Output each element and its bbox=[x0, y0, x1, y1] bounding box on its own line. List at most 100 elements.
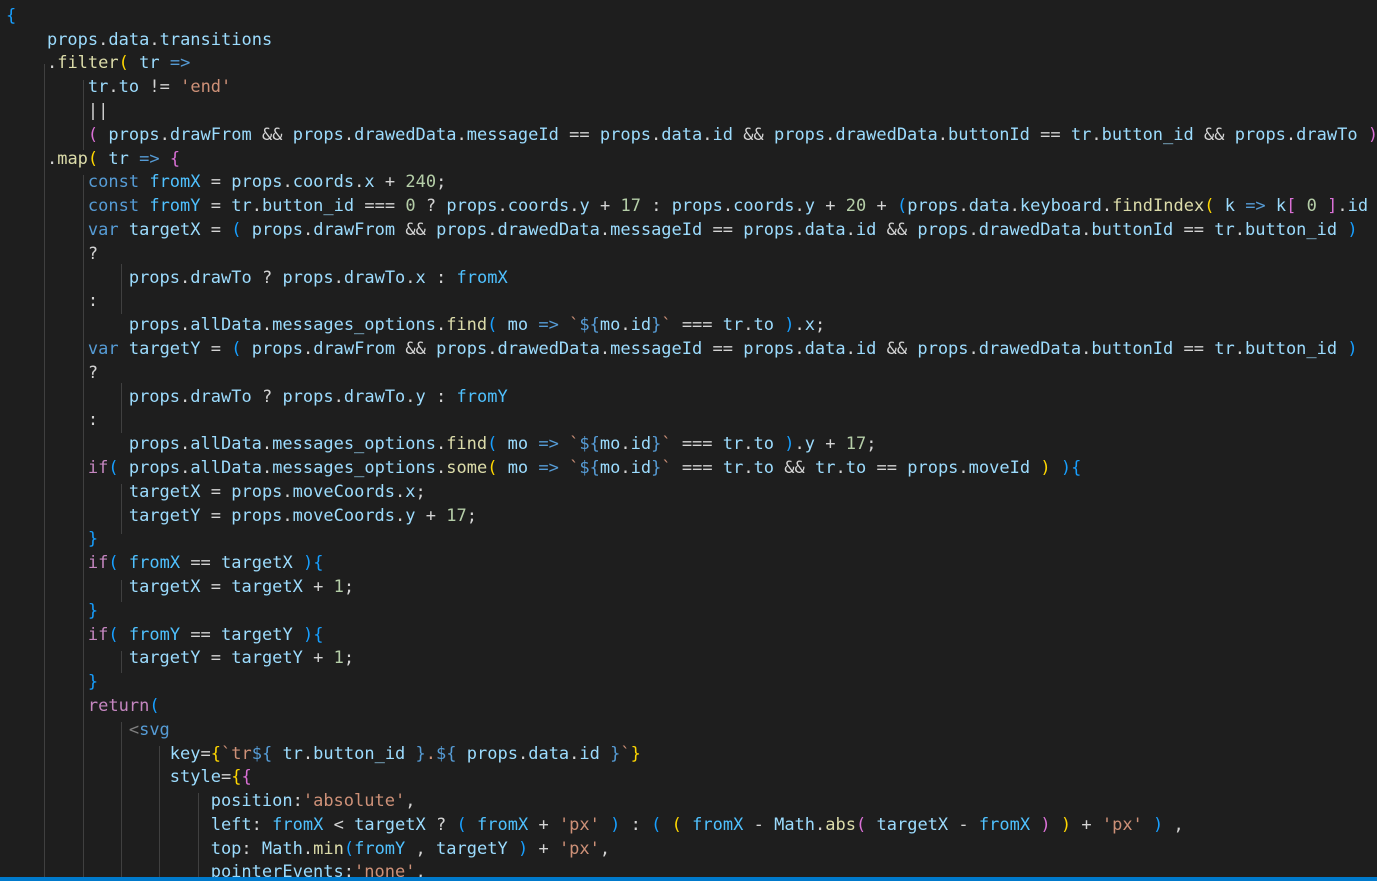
code-line[interactable]: top: Math.min(fromY , targetY ) + 'px', bbox=[6, 838, 1377, 862]
code-line[interactable]: left: fromX < targetX ? ( fromX + 'px' )… bbox=[6, 814, 1377, 838]
code-line[interactable]: props.drawTo ? props.drawTo.y : fromY bbox=[6, 386, 1377, 410]
code-line[interactable]: var targetY = ( props.drawFrom && props.… bbox=[6, 338, 1377, 362]
code-line[interactable]: } bbox=[6, 600, 1377, 624]
code-token: => bbox=[169, 53, 191, 74]
code-line[interactable]: targetY = targetY + 1; bbox=[6, 647, 1377, 671]
code-token: x bbox=[804, 315, 815, 336]
code-line[interactable]: targetX = targetX + 1; bbox=[6, 576, 1377, 600]
code-line[interactable]: style={{ bbox=[6, 766, 1377, 790]
code-line[interactable]: .map( tr => { bbox=[6, 148, 1377, 172]
code-token: ) bbox=[1040, 457, 1051, 478]
code-token: to bbox=[753, 434, 774, 455]
code-line[interactable]: .filter( tr => bbox=[6, 52, 1377, 76]
code-line[interactable]: } bbox=[6, 671, 1377, 695]
code-token: transitions bbox=[159, 29, 273, 50]
code-token: + bbox=[425, 505, 437, 526]
code-token: . bbox=[651, 124, 662, 145]
code-line[interactable]: if( fromX == targetX ){ bbox=[6, 552, 1377, 576]
code-token: targetX bbox=[128, 219, 201, 240]
code-token: min bbox=[313, 838, 344, 859]
code-token: ; bbox=[343, 648, 355, 669]
code-token: svg bbox=[139, 719, 170, 740]
code-token: . bbox=[98, 29, 109, 50]
code-token: fromX bbox=[978, 814, 1031, 835]
code-token: Math bbox=[774, 814, 816, 835]
code-line[interactable]: || bbox=[6, 100, 1377, 124]
code-line[interactable]: return( bbox=[6, 695, 1377, 719]
code-line[interactable]: ? bbox=[6, 243, 1377, 267]
code-token: { bbox=[231, 767, 242, 788]
code-line[interactable]: if( fromY == targetY ){ bbox=[6, 624, 1377, 648]
code-token: { bbox=[1071, 457, 1082, 478]
code-line[interactable]: targetX = props.moveCoords.x; bbox=[6, 481, 1377, 505]
code-line[interactable]: { bbox=[6, 5, 1377, 29]
code-token: x bbox=[364, 172, 375, 193]
code-token: . bbox=[108, 77, 119, 98]
code-token: . bbox=[743, 457, 754, 478]
code-token: . bbox=[180, 434, 191, 455]
code-line[interactable]: var targetX = ( props.drawFrom && props.… bbox=[6, 219, 1377, 243]
code-line[interactable]: props.allData.messages_options.find( mo … bbox=[6, 314, 1377, 338]
code-token: allData bbox=[190, 315, 262, 336]
code-line[interactable]: props.data.transitions bbox=[6, 29, 1377, 53]
code-line[interactable]: const fromY = tr.button_id === 0 ? props… bbox=[6, 195, 1377, 219]
code-line[interactable]: <svg bbox=[6, 719, 1377, 743]
code-token: var bbox=[87, 338, 119, 359]
code-line[interactable]: : bbox=[6, 290, 1377, 314]
code-line[interactable]: props.allData.messages_options.find( mo … bbox=[6, 433, 1377, 457]
code-line[interactable]: tr.to != 'end' bbox=[6, 76, 1377, 100]
code-content[interactable]: //Hand{ props.data.transitions .filter( … bbox=[6, 0, 1377, 881]
code-token: == bbox=[190, 624, 211, 645]
code-line[interactable]: : bbox=[6, 409, 1377, 433]
code-token: => bbox=[139, 148, 160, 169]
code-line[interactable]: ? bbox=[6, 362, 1377, 386]
code-token: == bbox=[1183, 338, 1205, 359]
code-token: . bbox=[487, 338, 498, 359]
code-token: drawFrom bbox=[313, 219, 396, 240]
code-token: targetX bbox=[128, 481, 201, 502]
code-token: : bbox=[630, 814, 641, 835]
code-token: fromX bbox=[149, 172, 201, 193]
code-token: top bbox=[210, 838, 242, 859]
code-line[interactable]: const fromX = props.coords.x + 240; bbox=[6, 171, 1377, 195]
code-token: == bbox=[190, 553, 211, 574]
code-token: . bbox=[149, 29, 160, 50]
code-line[interactable]: position:'absolute', bbox=[6, 790, 1377, 814]
code-token: messages_options bbox=[272, 457, 436, 478]
code-token: map bbox=[57, 148, 88, 169]
code-token: || bbox=[87, 100, 109, 121]
code-token: drawTo bbox=[343, 267, 406, 288]
code-line[interactable]: key={`tr${ tr.button_id }.${ props.data.… bbox=[6, 743, 1377, 767]
code-token: . bbox=[282, 481, 293, 502]
code-token: return bbox=[87, 695, 150, 716]
code-line[interactable]: } bbox=[6, 528, 1377, 552]
code-line[interactable]: props.drawTo ? props.drawTo.x : fromX bbox=[6, 267, 1377, 291]
code-token: props bbox=[231, 505, 283, 526]
code-line[interactable]: if( props.allData.messages_options.some(… bbox=[6, 457, 1377, 481]
code-token: messages_options bbox=[272, 315, 436, 336]
code-line[interactable]: targetY = props.moveCoords.y + 17; bbox=[6, 505, 1377, 529]
code-token: => bbox=[538, 457, 559, 478]
code-token: fromY bbox=[149, 196, 201, 217]
code-editor[interactable]: //Hand{ props.data.transitions .filter( … bbox=[0, 0, 1377, 881]
code-line[interactable]: ( props.drawFrom && props.drawedData.mes… bbox=[6, 124, 1377, 148]
